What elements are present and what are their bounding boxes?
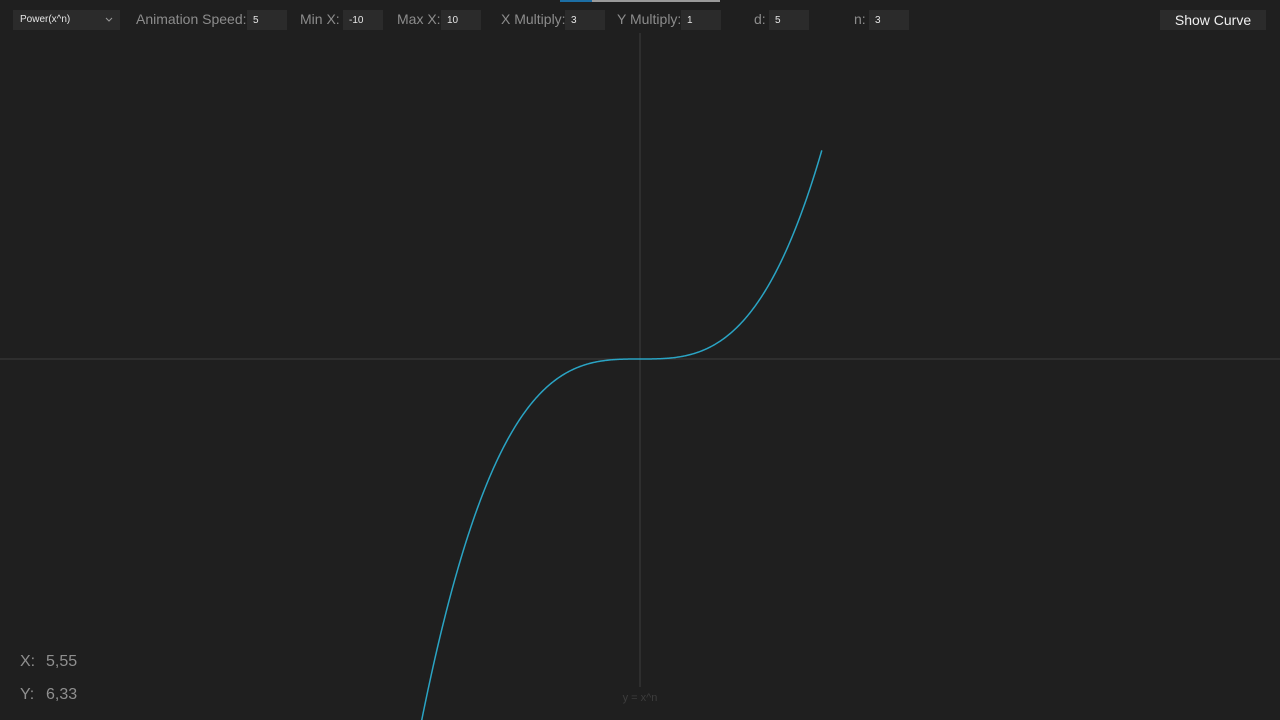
max-x-label: Max X: <box>397 11 441 27</box>
max-x-input[interactable] <box>441 10 481 30</box>
show-curve-button[interactable]: Show Curve <box>1160 10 1266 30</box>
y-readout: Y: 6,33 <box>20 686 77 704</box>
chevron-down-icon <box>105 17 113 22</box>
function-select-value: Power(x^n) <box>20 14 71 25</box>
d-label: d: <box>754 11 766 27</box>
function-curve <box>420 150 823 720</box>
equation-label: y = x^n <box>622 692 658 704</box>
n-input[interactable] <box>869 10 909 30</box>
animation-speed-input[interactable] <box>247 10 287 30</box>
min-x-label: Min X: <box>300 11 340 27</box>
animation-speed-label: Animation Speed: <box>136 11 247 27</box>
y-multiply-label: Y Multiply: <box>617 11 682 27</box>
x-multiply-input[interactable] <box>565 10 605 30</box>
x-readout-value: 5,55 <box>46 653 78 670</box>
toolbar: Power(x^n) Animation Speed: Min X: Max X… <box>0 0 1280 40</box>
min-x-input[interactable] <box>343 10 383 30</box>
x-readout-label: X: <box>20 653 36 670</box>
y-readout-value: 6,33 <box>46 686 78 703</box>
x-multiply-label: X Multiply: <box>501 11 566 27</box>
x-readout: X: 5,55 <box>20 653 77 671</box>
y-readout-label: Y: <box>20 686 35 703</box>
n-label: n: <box>854 11 866 27</box>
d-input[interactable] <box>769 10 809 30</box>
plot-canvas <box>0 33 1280 720</box>
function-select[interactable]: Power(x^n) <box>13 10 120 30</box>
y-multiply-input[interactable] <box>681 10 721 30</box>
app-window: Power(x^n) Animation Speed: Min X: Max X… <box>0 0 1280 720</box>
